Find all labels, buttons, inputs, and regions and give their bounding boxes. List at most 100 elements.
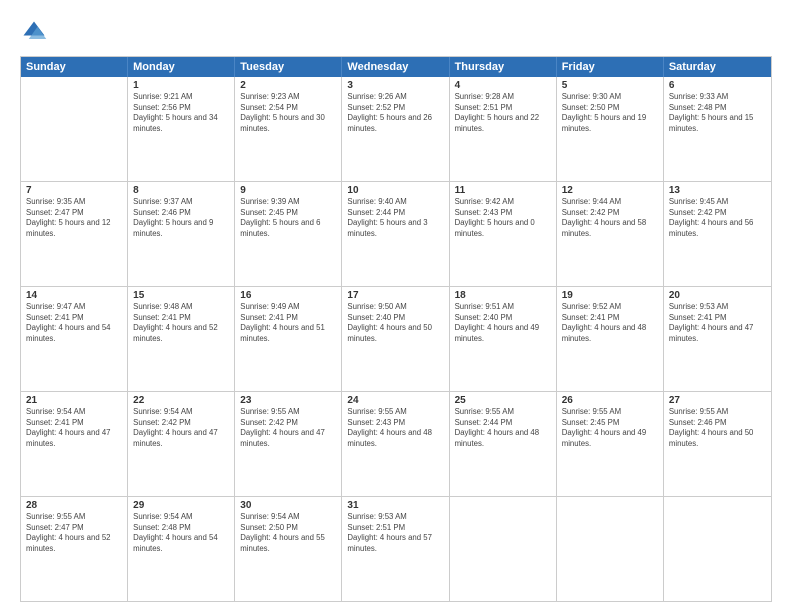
cell-info: Sunrise: 9:51 AM Sunset: 2:40 PM Dayligh… <box>455 302 551 344</box>
header-day-friday: Friday <box>557 57 664 77</box>
calendar-cell: 10Sunrise: 9:40 AM Sunset: 2:44 PM Dayli… <box>342 182 449 286</box>
calendar-cell: 9Sunrise: 9:39 AM Sunset: 2:45 PM Daylig… <box>235 182 342 286</box>
day-number: 30 <box>240 500 336 511</box>
cell-info: Sunrise: 9:21 AM Sunset: 2:56 PM Dayligh… <box>133 92 229 134</box>
day-number: 9 <box>240 185 336 196</box>
day-number: 28 <box>26 500 122 511</box>
day-number: 14 <box>26 290 122 301</box>
calendar-cell: 27Sunrise: 9:55 AM Sunset: 2:46 PM Dayli… <box>664 392 771 496</box>
cell-info: Sunrise: 9:54 AM Sunset: 2:50 PM Dayligh… <box>240 512 336 554</box>
day-number: 15 <box>133 290 229 301</box>
day-number: 16 <box>240 290 336 301</box>
day-number: 2 <box>240 80 336 91</box>
cell-info: Sunrise: 9:42 AM Sunset: 2:43 PM Dayligh… <box>455 197 551 239</box>
calendar-row-2: 14Sunrise: 9:47 AM Sunset: 2:41 PM Dayli… <box>21 286 771 391</box>
calendar-row-3: 21Sunrise: 9:54 AM Sunset: 2:41 PM Dayli… <box>21 391 771 496</box>
calendar-cell: 5Sunrise: 9:30 AM Sunset: 2:50 PM Daylig… <box>557 77 664 181</box>
calendar-cell: 30Sunrise: 9:54 AM Sunset: 2:50 PM Dayli… <box>235 497 342 601</box>
day-number: 20 <box>669 290 766 301</box>
calendar-cell: 29Sunrise: 9:54 AM Sunset: 2:48 PM Dayli… <box>128 497 235 601</box>
cell-info: Sunrise: 9:35 AM Sunset: 2:47 PM Dayligh… <box>26 197 122 239</box>
calendar-cell: 6Sunrise: 9:33 AM Sunset: 2:48 PM Daylig… <box>664 77 771 181</box>
calendar-cell: 3Sunrise: 9:26 AM Sunset: 2:52 PM Daylig… <box>342 77 449 181</box>
day-number: 29 <box>133 500 229 511</box>
logo-icon <box>20 18 48 46</box>
calendar-cell: 4Sunrise: 9:28 AM Sunset: 2:51 PM Daylig… <box>450 77 557 181</box>
cell-info: Sunrise: 9:55 AM Sunset: 2:43 PM Dayligh… <box>347 407 443 449</box>
day-number: 31 <box>347 500 443 511</box>
calendar-row-0: 1Sunrise: 9:21 AM Sunset: 2:56 PM Daylig… <box>21 77 771 181</box>
cell-info: Sunrise: 9:48 AM Sunset: 2:41 PM Dayligh… <box>133 302 229 344</box>
calendar-cell: 2Sunrise: 9:23 AM Sunset: 2:54 PM Daylig… <box>235 77 342 181</box>
calendar-cell <box>557 497 664 601</box>
header-day-saturday: Saturday <box>664 57 771 77</box>
calendar-cell: 7Sunrise: 9:35 AM Sunset: 2:47 PM Daylig… <box>21 182 128 286</box>
calendar: SundayMondayTuesdayWednesdayThursdayFrid… <box>20 56 772 602</box>
header-day-monday: Monday <box>128 57 235 77</box>
cell-info: Sunrise: 9:55 AM Sunset: 2:45 PM Dayligh… <box>562 407 658 449</box>
calendar-cell <box>450 497 557 601</box>
day-number: 24 <box>347 395 443 406</box>
cell-info: Sunrise: 9:39 AM Sunset: 2:45 PM Dayligh… <box>240 197 336 239</box>
cell-info: Sunrise: 9:49 AM Sunset: 2:41 PM Dayligh… <box>240 302 336 344</box>
calendar-cell: 19Sunrise: 9:52 AM Sunset: 2:41 PM Dayli… <box>557 287 664 391</box>
day-number: 10 <box>347 185 443 196</box>
header-day-wednesday: Wednesday <box>342 57 449 77</box>
cell-info: Sunrise: 9:54 AM Sunset: 2:48 PM Dayligh… <box>133 512 229 554</box>
day-number: 7 <box>26 185 122 196</box>
cell-info: Sunrise: 9:54 AM Sunset: 2:41 PM Dayligh… <box>26 407 122 449</box>
cell-info: Sunrise: 9:40 AM Sunset: 2:44 PM Dayligh… <box>347 197 443 239</box>
cell-info: Sunrise: 9:26 AM Sunset: 2:52 PM Dayligh… <box>347 92 443 134</box>
day-number: 23 <box>240 395 336 406</box>
calendar-cell: 14Sunrise: 9:47 AM Sunset: 2:41 PM Dayli… <box>21 287 128 391</box>
day-number: 5 <box>562 80 658 91</box>
logo <box>20 18 52 46</box>
day-number: 4 <box>455 80 551 91</box>
calendar-cell: 28Sunrise: 9:55 AM Sunset: 2:47 PM Dayli… <box>21 497 128 601</box>
cell-info: Sunrise: 9:55 AM Sunset: 2:47 PM Dayligh… <box>26 512 122 554</box>
calendar-cell: 11Sunrise: 9:42 AM Sunset: 2:43 PM Dayli… <box>450 182 557 286</box>
day-number: 22 <box>133 395 229 406</box>
cell-info: Sunrise: 9:47 AM Sunset: 2:41 PM Dayligh… <box>26 302 122 344</box>
header <box>20 18 772 46</box>
calendar-cell: 8Sunrise: 9:37 AM Sunset: 2:46 PM Daylig… <box>128 182 235 286</box>
cell-info: Sunrise: 9:33 AM Sunset: 2:48 PM Dayligh… <box>669 92 766 134</box>
calendar-cell: 12Sunrise: 9:44 AM Sunset: 2:42 PM Dayli… <box>557 182 664 286</box>
calendar-cell: 21Sunrise: 9:54 AM Sunset: 2:41 PM Dayli… <box>21 392 128 496</box>
cell-info: Sunrise: 9:55 AM Sunset: 2:42 PM Dayligh… <box>240 407 336 449</box>
calendar-cell <box>21 77 128 181</box>
calendar-cell: 26Sunrise: 9:55 AM Sunset: 2:45 PM Dayli… <box>557 392 664 496</box>
cell-info: Sunrise: 9:45 AM Sunset: 2:42 PM Dayligh… <box>669 197 766 239</box>
day-number: 26 <box>562 395 658 406</box>
calendar-cell: 24Sunrise: 9:55 AM Sunset: 2:43 PM Dayli… <box>342 392 449 496</box>
day-number: 11 <box>455 185 551 196</box>
calendar-body: 1Sunrise: 9:21 AM Sunset: 2:56 PM Daylig… <box>21 77 771 601</box>
cell-info: Sunrise: 9:44 AM Sunset: 2:42 PM Dayligh… <box>562 197 658 239</box>
day-number: 17 <box>347 290 443 301</box>
calendar-cell: 31Sunrise: 9:53 AM Sunset: 2:51 PM Dayli… <box>342 497 449 601</box>
day-number: 25 <box>455 395 551 406</box>
calendar-cell <box>664 497 771 601</box>
calendar-cell: 23Sunrise: 9:55 AM Sunset: 2:42 PM Dayli… <box>235 392 342 496</box>
day-number: 18 <box>455 290 551 301</box>
calendar-header: SundayMondayTuesdayWednesdayThursdayFrid… <box>21 57 771 77</box>
cell-info: Sunrise: 9:55 AM Sunset: 2:44 PM Dayligh… <box>455 407 551 449</box>
day-number: 3 <box>347 80 443 91</box>
cell-info: Sunrise: 9:37 AM Sunset: 2:46 PM Dayligh… <box>133 197 229 239</box>
calendar-cell: 13Sunrise: 9:45 AM Sunset: 2:42 PM Dayli… <box>664 182 771 286</box>
day-number: 6 <box>669 80 766 91</box>
calendar-cell: 22Sunrise: 9:54 AM Sunset: 2:42 PM Dayli… <box>128 392 235 496</box>
calendar-cell: 15Sunrise: 9:48 AM Sunset: 2:41 PM Dayli… <box>128 287 235 391</box>
calendar-row-1: 7Sunrise: 9:35 AM Sunset: 2:47 PM Daylig… <box>21 181 771 286</box>
day-number: 27 <box>669 395 766 406</box>
cell-info: Sunrise: 9:30 AM Sunset: 2:50 PM Dayligh… <box>562 92 658 134</box>
cell-info: Sunrise: 9:53 AM Sunset: 2:51 PM Dayligh… <box>347 512 443 554</box>
cell-info: Sunrise: 9:50 AM Sunset: 2:40 PM Dayligh… <box>347 302 443 344</box>
calendar-cell: 17Sunrise: 9:50 AM Sunset: 2:40 PM Dayli… <box>342 287 449 391</box>
day-number: 13 <box>669 185 766 196</box>
day-number: 21 <box>26 395 122 406</box>
header-day-sunday: Sunday <box>21 57 128 77</box>
cell-info: Sunrise: 9:52 AM Sunset: 2:41 PM Dayligh… <box>562 302 658 344</box>
calendar-cell: 18Sunrise: 9:51 AM Sunset: 2:40 PM Dayli… <box>450 287 557 391</box>
calendar-cell: 20Sunrise: 9:53 AM Sunset: 2:41 PM Dayli… <box>664 287 771 391</box>
